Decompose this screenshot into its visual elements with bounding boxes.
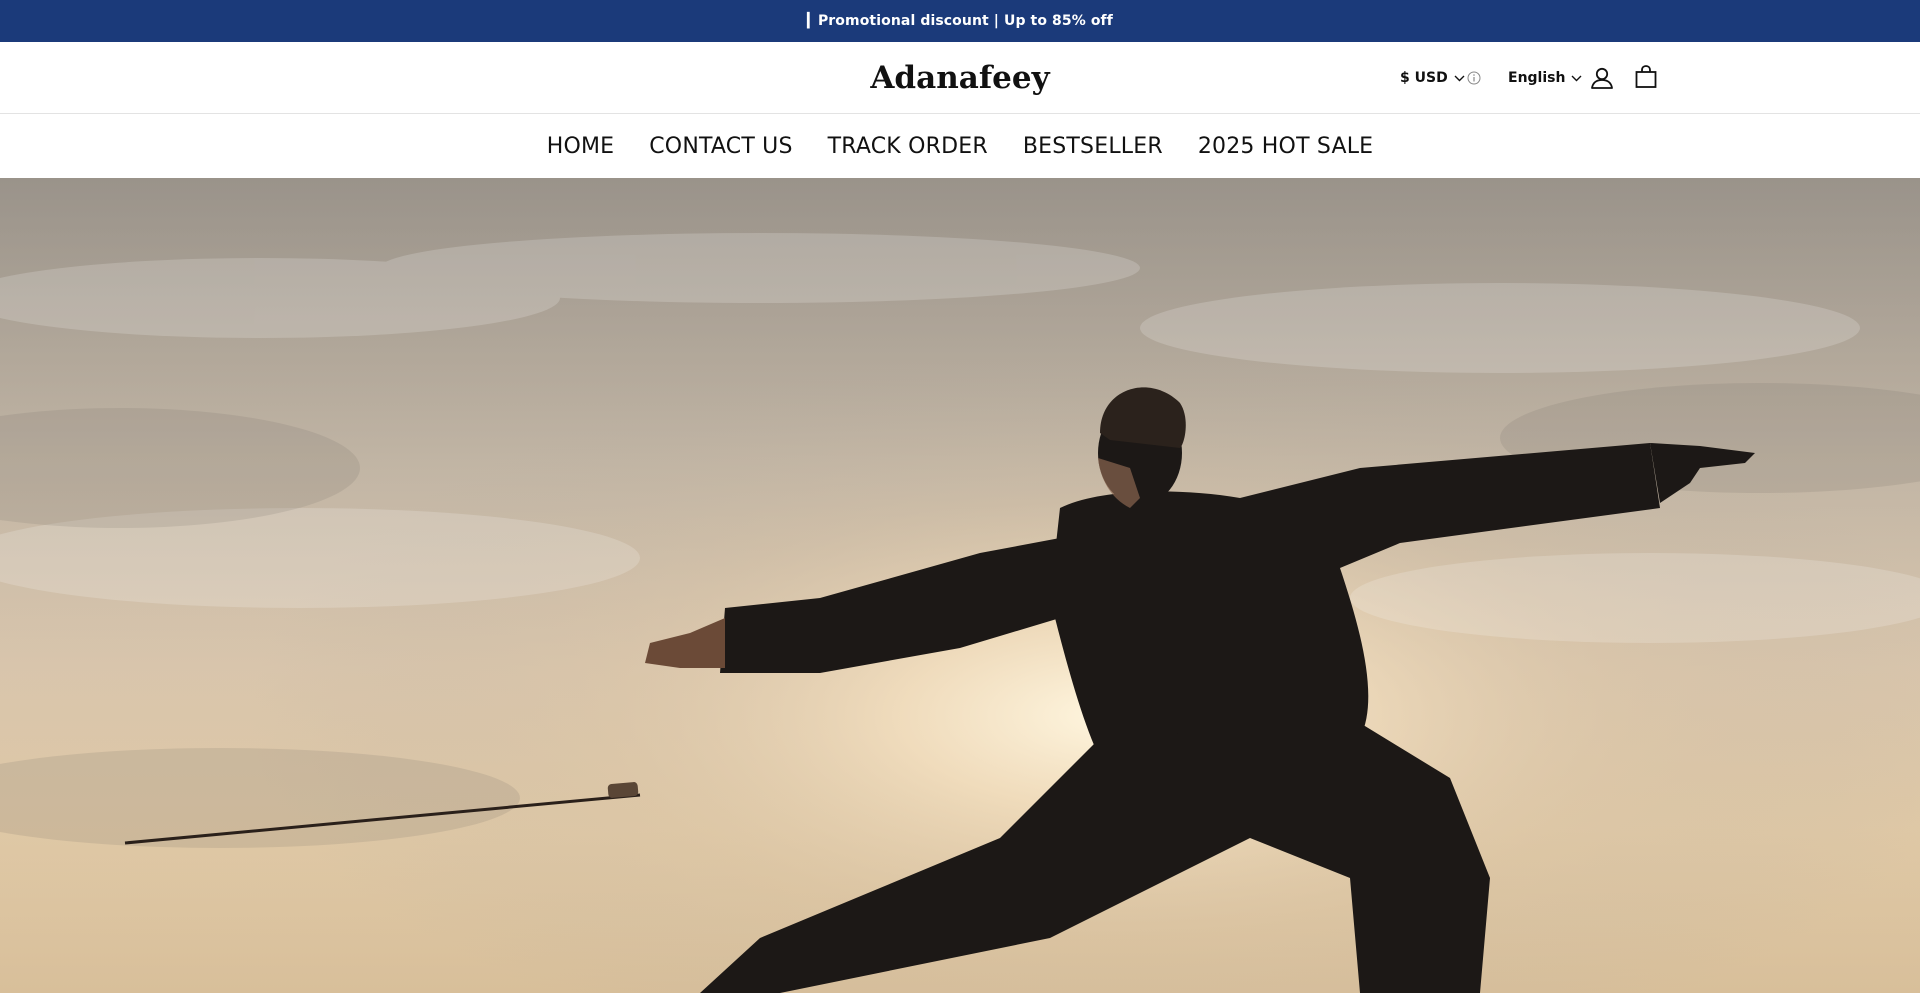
currency-label: $ USD <box>1400 70 1448 86</box>
info-icon[interactable] <box>1467 71 1481 85</box>
site-header: Adanafeey $ USD English <box>0 42 1920 114</box>
hero-image <box>0 178 1920 993</box>
nav-item-bestseller[interactable]: BESTSELLER <box>1023 134 1163 159</box>
nav-item-2025-hot-sale[interactable]: 2025 HOT SALE <box>1198 134 1373 159</box>
main-navigation: HOME CONTACT US TRACK ORDER BESTSELLER 2… <box>0 114 1920 178</box>
currency-selector[interactable]: $ USD <box>1400 66 1465 90</box>
user-icon[interactable] <box>1589 65 1615 91</box>
announcement-text: ▎Promotional discount | Up to 85% off <box>807 13 1113 29</box>
chevron-down-icon <box>1571 75 1582 81</box>
hero-banner[interactable] <box>0 178 1920 993</box>
language-label: English <box>1508 70 1566 86</box>
nav-item-contact-us[interactable]: CONTACT US <box>649 134 792 159</box>
announcement-bar: ▎Promotional discount | Up to 85% off <box>0 0 1920 42</box>
store-logo[interactable]: Adanafeey <box>870 60 1049 96</box>
language-selector[interactable]: English <box>1508 66 1582 90</box>
nav-item-home[interactable]: HOME <box>547 134 615 159</box>
nav-item-track-order[interactable]: TRACK ORDER <box>828 134 988 159</box>
logo-container: Adanafeey <box>0 42 1920 114</box>
chevron-down-icon <box>1454 75 1465 81</box>
shopping-bag-icon[interactable] <box>1634 64 1658 90</box>
